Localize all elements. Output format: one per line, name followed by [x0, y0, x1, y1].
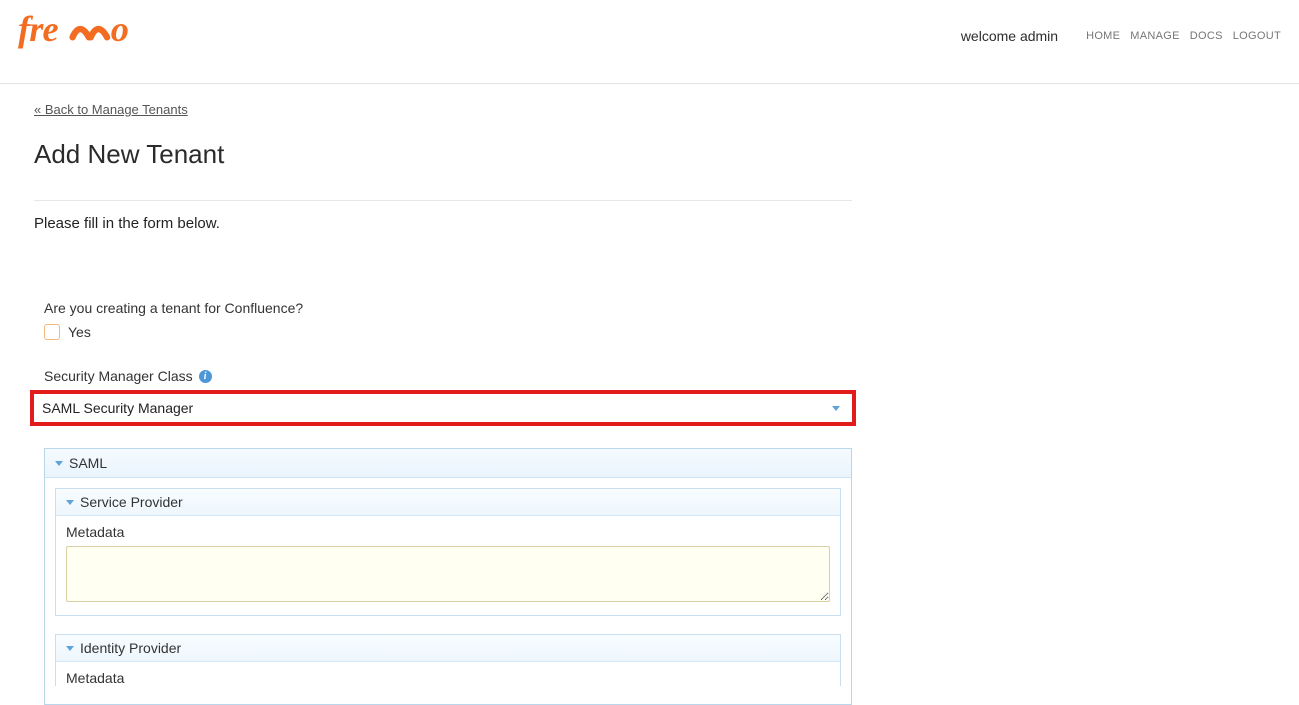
frevvo-logo: fre o	[18, 10, 163, 61]
service-provider-body: Metadata	[56, 516, 840, 615]
back-to-manage-tenants-link[interactable]: « Back to Manage Tenants	[34, 102, 188, 117]
confluence-yes-row: Yes	[44, 324, 852, 340]
security-manager-select[interactable]: SAML Security Manager	[36, 396, 850, 420]
saml-panel: SAML Service Provider Metadata	[44, 448, 852, 705]
info-icon[interactable]: i	[199, 370, 212, 383]
chevron-down-icon	[66, 500, 74, 505]
saml-panel-body: Service Provider Metadata Identity Provi…	[45, 478, 851, 704]
security-manager-field: Security Manager Class i SAML Security M…	[44, 368, 852, 426]
confluence-question-label: Are you creating a tenant for Confluence…	[44, 300, 852, 316]
page-subtitle: Please fill in the form below.	[34, 215, 852, 232]
confluence-yes-checkbox[interactable]	[44, 324, 60, 340]
saml-panel-title: SAML	[69, 455, 107, 471]
security-manager-label-row: Security Manager Class i	[44, 368, 852, 384]
nav-logout[interactable]: LOGOUT	[1233, 30, 1281, 42]
nav-home[interactable]: HOME	[1086, 30, 1120, 42]
identity-provider-panel: Identity Provider Metadata	[55, 634, 841, 686]
service-provider-panel: Service Provider Metadata	[55, 488, 841, 616]
nav-links: HOME MANAGE DOCS LOGOUT	[1086, 30, 1281, 42]
svg-text:fre: fre	[18, 10, 58, 49]
chevron-down-icon	[832, 406, 840, 411]
saml-panel-header[interactable]: SAML	[45, 449, 851, 478]
svg-text:o: o	[111, 10, 128, 49]
sp-metadata-textarea[interactable]	[66, 546, 830, 602]
idp-metadata-label: Metadata	[66, 670, 830, 686]
tenant-form: Are you creating a tenant for Confluence…	[34, 300, 852, 705]
nav-manage[interactable]: MANAGE	[1130, 30, 1179, 42]
security-manager-highlight: SAML Security Manager	[30, 390, 856, 426]
chevron-down-icon	[66, 646, 74, 651]
page-title: Add New Tenant	[34, 139, 852, 201]
confluence-yes-label: Yes	[68, 324, 91, 340]
chevron-down-icon	[55, 461, 63, 466]
service-provider-title: Service Provider	[80, 494, 183, 510]
header-right: welcome admin HOME MANAGE DOCS LOGOUT	[961, 28, 1281, 44]
main-content: « Back to Manage Tenants Add New Tenant …	[0, 84, 870, 705]
nav-docs[interactable]: DOCS	[1190, 30, 1223, 42]
service-provider-header[interactable]: Service Provider	[56, 489, 840, 516]
confluence-field: Are you creating a tenant for Confluence…	[44, 300, 852, 340]
sp-metadata-label: Metadata	[66, 524, 830, 540]
identity-provider-header[interactable]: Identity Provider	[56, 635, 840, 662]
welcome-text: welcome admin	[961, 28, 1058, 44]
identity-provider-body: Metadata	[56, 662, 840, 686]
app-header: fre o welcome admin HOME MANAGE DOCS LOG…	[0, 0, 1299, 84]
security-manager-selected-value: SAML Security Manager	[42, 400, 193, 416]
identity-provider-title: Identity Provider	[80, 640, 181, 656]
security-manager-label: Security Manager Class	[44, 368, 193, 384]
